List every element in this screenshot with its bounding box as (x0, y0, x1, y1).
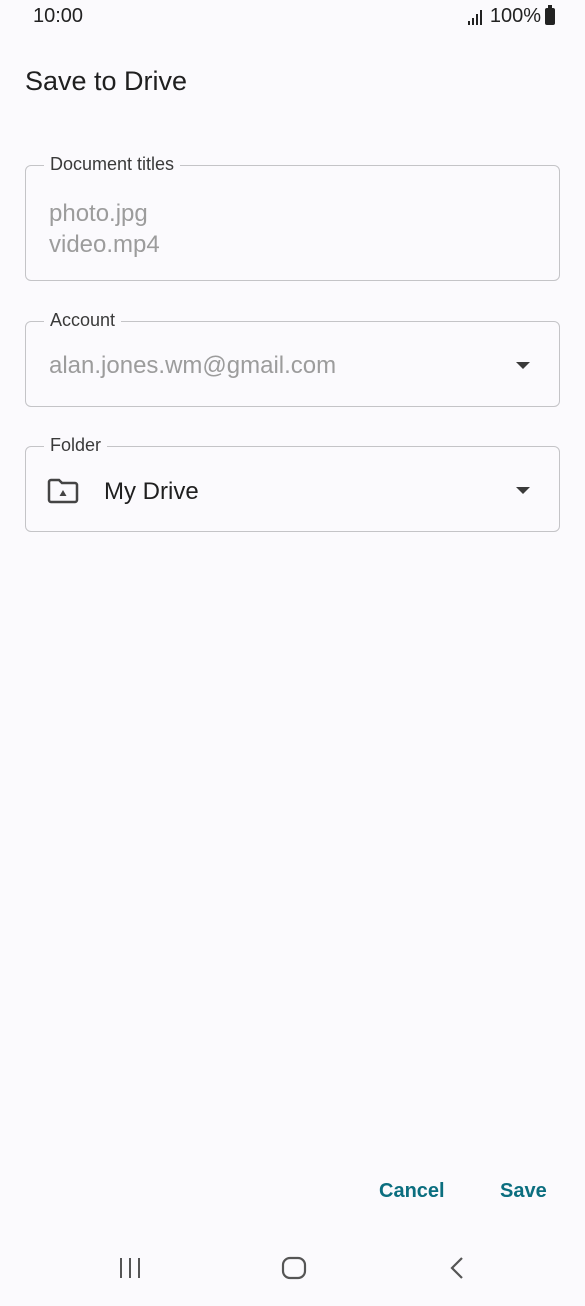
folder-value: My Drive (104, 478, 199, 505)
save-button[interactable]: Save (500, 1180, 547, 1203)
account-label: Account (44, 310, 122, 331)
cancel-button[interactable]: Cancel (379, 1180, 445, 1203)
document-title-item: video.mp4 (49, 231, 160, 258)
document-titles-label: Document titles (44, 154, 181, 175)
dialog-title: Save to Drive (25, 66, 188, 96)
home-icon[interactable] (280, 1254, 308, 1282)
document-titles-field[interactable]: Document titles photo.jpg video.mp4 (25, 154, 560, 281)
dropdown-arrow-icon[interactable] (516, 487, 530, 494)
folder-label: Folder (44, 435, 108, 456)
drive-folder-icon (47, 478, 79, 504)
status-time: 10:00 (33, 5, 84, 27)
folder-dropdown[interactable]: Folder My Drive (25, 435, 560, 532)
document-titles-value: photo.jpg video.mp4 (49, 198, 160, 260)
battery-percent: 100% (489, 5, 541, 27)
account-dropdown[interactable]: Account alan.jones.wm@gmail.com (25, 310, 560, 407)
navigation-bar (0, 1240, 585, 1300)
status-bar: 10:00 100% (0, 0, 585, 34)
status-indicators: 100% (467, 5, 555, 28)
dropdown-arrow-icon[interactable] (516, 362, 530, 369)
recent-apps-icon[interactable] (118, 1254, 142, 1282)
document-title-item: photo.jpg (49, 200, 148, 227)
battery-icon (545, 5, 555, 25)
account-value: alan.jones.wm@gmail.com (49, 352, 337, 379)
back-icon[interactable] (446, 1254, 470, 1282)
signal-icon (467, 9, 482, 25)
